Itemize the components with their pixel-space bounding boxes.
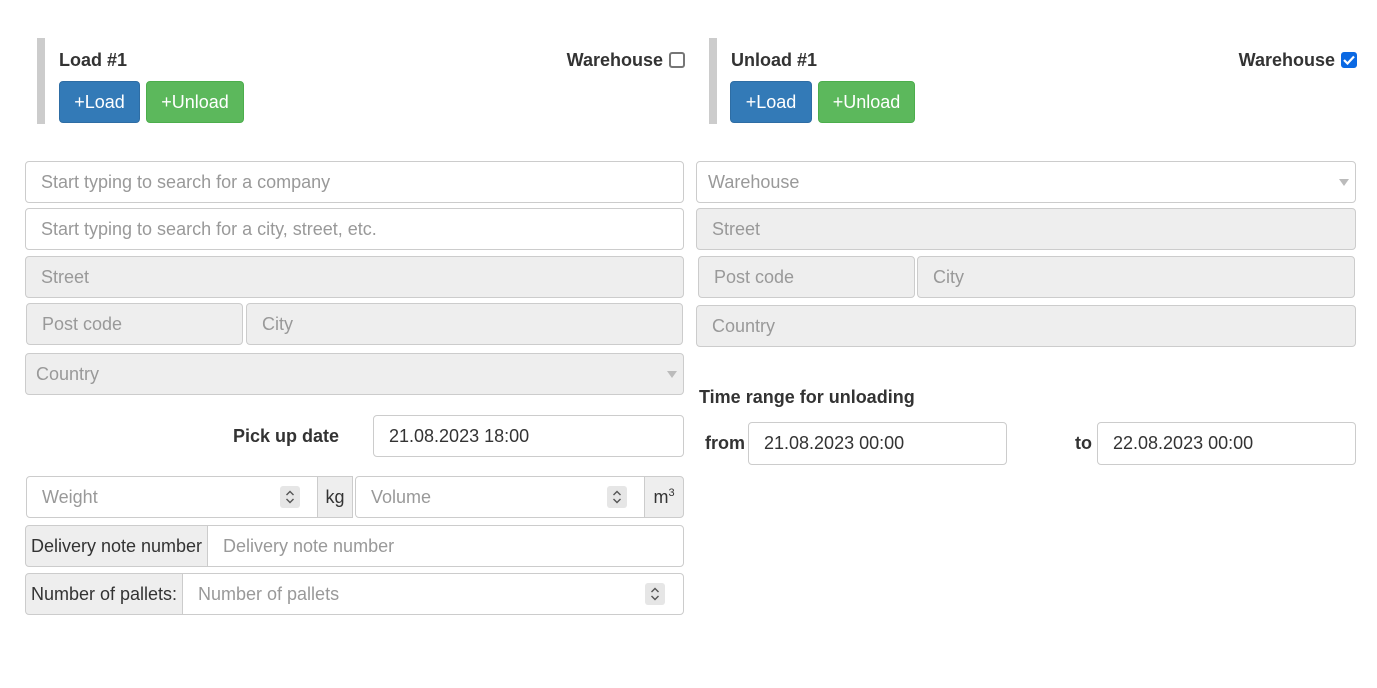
pallets-input[interactable]: Number of pallets xyxy=(182,573,684,615)
company-search-input[interactable]: Start typing to search for a company xyxy=(25,161,684,203)
unload-country-field[interactable]: Country xyxy=(696,305,1356,347)
load-street-field[interactable]: Street xyxy=(25,256,684,298)
chevron-down-icon xyxy=(667,371,677,378)
pallets-addon: Number of pallets: xyxy=(25,573,183,615)
delivery-note-addon: Delivery note number xyxy=(25,525,208,567)
unload-from-input[interactable]: 21.08.2023 00:00 xyxy=(748,422,1007,465)
load-city-field[interactable]: City xyxy=(246,303,683,345)
unload-street-field[interactable]: Street xyxy=(696,208,1356,250)
time-range-label: Time range for unloading xyxy=(699,387,915,407)
pickup-date-input[interactable]: 21.08.2023 18:00 xyxy=(373,415,684,457)
load-postcode-field[interactable]: Post code xyxy=(26,303,243,345)
unload-title: Unload #1 xyxy=(731,50,818,70)
unload-city-field[interactable]: City xyxy=(917,256,1355,298)
load-title: Load #1 xyxy=(59,50,128,70)
to-label: to xyxy=(1075,433,1092,453)
spinner-arrows-icon xyxy=(286,490,294,504)
load-country-select[interactable]: Country xyxy=(25,353,684,395)
load-warehouse-toggle[interactable]: Warehouse xyxy=(567,49,685,71)
weight-unit-addon: kg xyxy=(317,476,353,518)
unload-warehouse-checkbox[interactable] xyxy=(1341,52,1357,68)
unload-postcode-field[interactable]: Post code xyxy=(698,256,915,298)
load-warehouse-label: Warehouse xyxy=(566,50,663,70)
chevron-down-icon xyxy=(1339,179,1349,186)
pickup-date-label: Pick up date xyxy=(233,426,340,446)
weight-input[interactable]: Weight xyxy=(26,476,318,518)
address-search-input[interactable]: Start typing to search for a city, stree… xyxy=(25,208,684,250)
weight-spinner[interactable] xyxy=(280,486,300,508)
volume-spinner[interactable] xyxy=(607,486,627,508)
load-card-header: Load #1 Warehouse +Load +Unload xyxy=(37,38,685,124)
from-label: from xyxy=(705,433,745,453)
unload-add-unload-button[interactable]: +Unload xyxy=(818,81,915,123)
pallets-spinner[interactable] xyxy=(645,583,665,605)
unload-card-header: Unload #1 Warehouse +Load +Unload xyxy=(709,38,1357,124)
unload-to-input[interactable]: 22.08.2023 00:00 xyxy=(1097,422,1356,465)
unload-warehouse-label: Warehouse xyxy=(1238,50,1335,70)
unload-add-load-button[interactable]: +Load xyxy=(730,81,812,123)
spinner-arrows-icon xyxy=(651,587,659,601)
load-add-unload-button[interactable]: +Unload xyxy=(146,81,244,123)
spinner-arrows-icon xyxy=(613,490,621,504)
volume-unit-addon: m3 xyxy=(644,476,684,518)
unload-warehouse-select[interactable]: Warehouse xyxy=(696,161,1356,203)
check-icon xyxy=(1343,55,1355,65)
delivery-note-input[interactable]: Delivery note number xyxy=(207,525,684,567)
load-add-load-button[interactable]: +Load xyxy=(59,81,140,123)
volume-input[interactable]: Volume xyxy=(355,476,645,518)
unload-warehouse-toggle[interactable]: Warehouse xyxy=(1239,49,1357,71)
load-warehouse-checkbox[interactable] xyxy=(669,52,685,68)
